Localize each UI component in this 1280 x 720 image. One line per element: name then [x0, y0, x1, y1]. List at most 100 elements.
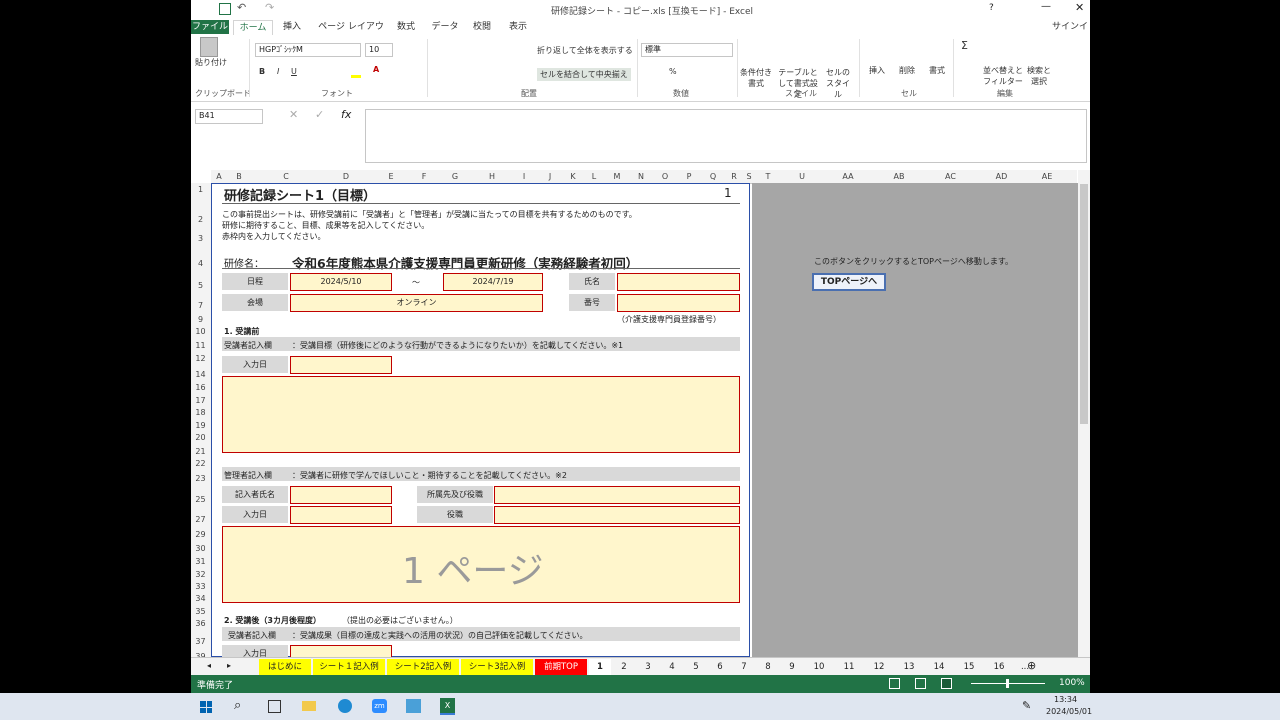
- venue-field[interactable]: オンライン: [290, 294, 543, 312]
- underline-button[interactable]: U: [291, 67, 297, 76]
- row-header-19[interactable]: 19: [191, 421, 210, 430]
- bold-button[interactable]: B: [259, 67, 265, 76]
- column-header-p[interactable]: P: [677, 170, 701, 183]
- sheet-tab-11[interactable]: 7: [733, 659, 755, 675]
- conditional-format-button[interactable]: 条件付き書式: [739, 67, 773, 89]
- column-header-k[interactable]: K: [563, 170, 583, 183]
- trainee-goal-textarea[interactable]: [222, 376, 740, 453]
- row-header-37[interactable]: 37: [191, 637, 210, 646]
- tab-view[interactable]: 表示: [505, 20, 531, 34]
- clock-time[interactable]: 13:34: [1054, 695, 1077, 704]
- column-header-b[interactable]: B: [227, 170, 251, 183]
- sum-icon[interactable]: Σ: [961, 39, 968, 52]
- row-header-3[interactable]: 3: [191, 234, 210, 243]
- sheet-tab-18[interactable]: 14: [925, 659, 953, 675]
- sheet-tab-15[interactable]: 11: [835, 659, 863, 675]
- column-header-m[interactable]: M: [605, 170, 629, 183]
- row-header-30[interactable]: 30: [191, 544, 210, 553]
- row-header-21[interactable]: 21: [191, 447, 210, 456]
- task-view-icon[interactable]: [268, 700, 281, 713]
- zoom-slider-thumb[interactable]: [1006, 679, 1009, 688]
- redo-icon[interactable]: ↷: [265, 1, 274, 14]
- row-header-5[interactable]: 5: [191, 281, 210, 290]
- sheet-tab-2[interactable]: シート2記入例: [387, 659, 459, 675]
- insert-cells-button[interactable]: 挿入: [869, 65, 885, 76]
- input-date-field-2[interactable]: [290, 506, 392, 524]
- page-break-view-icon[interactable]: [941, 678, 952, 689]
- row-header-9[interactable]: 9: [191, 315, 210, 324]
- sheet-tab-17[interactable]: 13: [895, 659, 923, 675]
- tab-file[interactable]: ファイル: [191, 20, 229, 34]
- column-header-ae[interactable]: AE: [1027, 170, 1067, 183]
- row-header-31[interactable]: 31: [191, 557, 210, 566]
- zoom-level[interactable]: 100%: [1059, 678, 1085, 688]
- sheet-tab-4[interactable]: 前期TOP: [535, 659, 587, 675]
- row-header-32[interactable]: 32: [191, 570, 210, 579]
- tab-formulas[interactable]: 数式: [393, 20, 419, 34]
- cell-styles-button[interactable]: セルのスタイル: [823, 67, 853, 100]
- row-header-33[interactable]: 33: [191, 582, 210, 591]
- column-header-ab[interactable]: AB: [873, 170, 925, 183]
- column-header-j[interactable]: J: [537, 170, 563, 183]
- paste-button[interactable]: 貼り付け: [195, 37, 227, 68]
- row-header-14[interactable]: 14: [191, 370, 210, 379]
- row-header-23[interactable]: 23: [191, 474, 210, 483]
- start-icon[interactable]: [200, 701, 212, 713]
- column-header-c[interactable]: C: [251, 170, 321, 183]
- pen-icon[interactable]: ✎: [1022, 699, 1031, 712]
- name-field[interactable]: [617, 273, 740, 291]
- date-to-field[interactable]: 2024/7/19: [443, 273, 543, 291]
- row-header-2[interactable]: 2: [191, 215, 210, 224]
- row-header-27[interactable]: 27: [191, 515, 210, 524]
- delete-cells-button[interactable]: 削除: [899, 65, 915, 76]
- minimize-icon[interactable]: —: [1041, 1, 1051, 12]
- column-header-s[interactable]: S: [743, 170, 755, 183]
- column-header-q[interactable]: Q: [701, 170, 725, 183]
- column-header-ad[interactable]: AD: [976, 170, 1027, 183]
- cancel-icon[interactable]: ✕: [289, 108, 298, 121]
- sheet-tab-9[interactable]: 5: [685, 659, 707, 675]
- row-header-16[interactable]: 16: [191, 383, 210, 392]
- sheet-tab-0[interactable]: はじめに: [259, 659, 311, 675]
- file-explorer-icon[interactable]: [302, 701, 316, 711]
- fill-color-icon[interactable]: [351, 65, 361, 78]
- column-header-d[interactable]: D: [321, 170, 371, 183]
- row-header-20[interactable]: 20: [191, 433, 210, 442]
- top-page-button[interactable]: TOPページへ: [812, 273, 886, 291]
- input-date-field[interactable]: [290, 356, 392, 374]
- sheet-tab-16[interactable]: 12: [865, 659, 893, 675]
- close-icon[interactable]: ✕: [1075, 1, 1084, 14]
- scroll-thumb[interactable]: [1080, 184, 1088, 424]
- position-field[interactable]: [494, 506, 740, 524]
- tab-home[interactable]: ホーム: [233, 20, 273, 35]
- tab-insert[interactable]: 挿入: [277, 20, 307, 34]
- sheet-tab-13[interactable]: 9: [781, 659, 803, 675]
- italic-button[interactable]: I: [277, 67, 279, 76]
- column-header-f[interactable]: F: [411, 170, 437, 183]
- date-from-field[interactable]: 2024/5/10: [290, 273, 392, 291]
- row-header-10[interactable]: 10: [191, 327, 210, 336]
- column-header-g[interactable]: G: [437, 170, 473, 183]
- undo-icon[interactable]: ↶: [237, 1, 246, 14]
- find-select-button[interactable]: 検索と選択: [1025, 65, 1053, 87]
- column-header-aa[interactable]: AA: [823, 170, 873, 183]
- font-color-icon[interactable]: A: [373, 65, 379, 74]
- enter-icon[interactable]: ✓: [315, 108, 324, 121]
- column-header-e[interactable]: E: [371, 170, 411, 183]
- name-box[interactable]: B41: [195, 109, 263, 124]
- number-field[interactable]: [617, 294, 740, 312]
- column-header-t[interactable]: T: [755, 170, 781, 183]
- column-header-n[interactable]: N: [629, 170, 653, 183]
- sheet-tab-6[interactable]: 2: [613, 659, 635, 675]
- tab-scroll-right-icon[interactable]: ▸: [227, 661, 231, 670]
- add-sheet-icon[interactable]: ⊕: [1027, 659, 1036, 672]
- zoom-app-icon[interactable]: zm: [372, 699, 387, 713]
- percent-button[interactable]: %: [669, 67, 677, 76]
- excel-taskbar-icon[interactable]: X: [440, 698, 455, 715]
- sheet-tab-14[interactable]: 10: [805, 659, 833, 675]
- font-size-select[interactable]: 10: [365, 43, 393, 57]
- sheet-tab-19[interactable]: 15: [955, 659, 983, 675]
- row-header-12[interactable]: 12: [191, 354, 210, 363]
- row-header-18[interactable]: 18: [191, 408, 210, 417]
- merge-center-button[interactable]: セルを結合して中央揃え: [537, 68, 631, 81]
